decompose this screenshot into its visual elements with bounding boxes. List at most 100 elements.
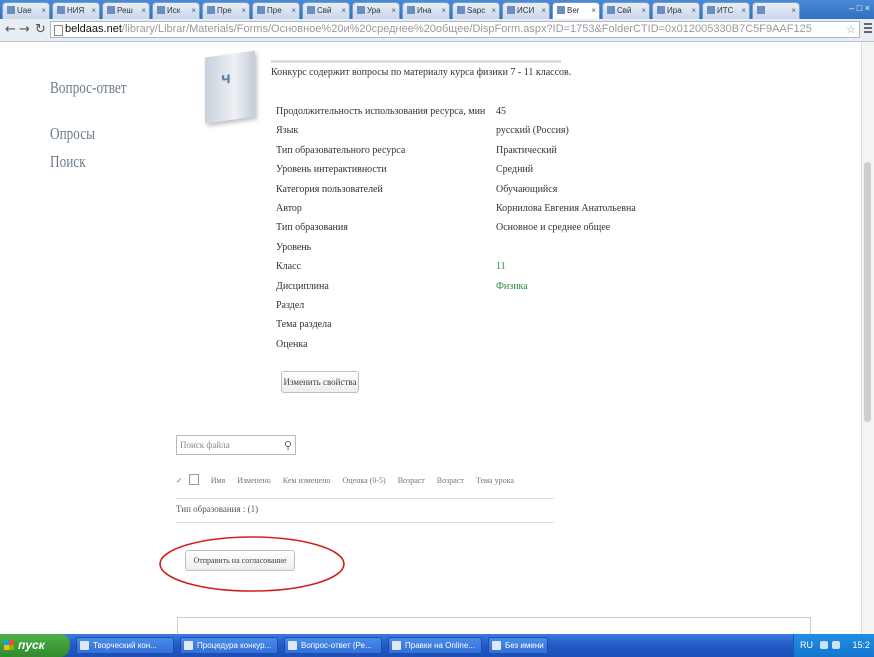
close-tab-icon[interactable]: × xyxy=(141,6,146,15)
start-button[interactable]: пуск xyxy=(0,634,70,657)
sort-icon[interactable]: ✓ xyxy=(176,476,183,485)
close-tab-icon[interactable]: × xyxy=(391,6,396,15)
browser-tab[interactable]: Ира × xyxy=(652,2,700,19)
tab-label: Пре xyxy=(217,6,232,15)
language-indicator[interactable]: RU xyxy=(800,634,813,657)
close-tab-icon[interactable]: × xyxy=(791,6,796,15)
group-row[interactable]: Тип образования : (1) xyxy=(176,504,258,514)
property-name: Категория пользователей xyxy=(276,184,383,195)
app-icon xyxy=(288,641,297,650)
taskbar: пуск Творческий кон... Процедура конкур..… xyxy=(0,634,874,657)
taskbar-window-label: Творческий кон... xyxy=(93,641,157,650)
browser-tab[interactable]: Sapc × xyxy=(452,2,500,19)
divider xyxy=(176,522,554,523)
browser-tab[interactable]: Свй × xyxy=(302,2,350,19)
column-header[interactable]: Возраст xyxy=(437,476,464,485)
tab-label: Реш xyxy=(117,6,133,15)
browser-tab[interactable]: Свй × xyxy=(602,2,650,19)
menu-icon[interactable] xyxy=(864,23,872,35)
browser-tab[interactable]: Uae × xyxy=(2,2,50,19)
search-icon[interactable]: ⚲ xyxy=(284,437,292,455)
taskbar-window-label: Вопрос-ответ (Ре... xyxy=(301,641,372,650)
sidebar-item-search[interactable]: Поиск xyxy=(50,152,86,172)
browser-tab[interactable]: Реш × xyxy=(102,2,150,19)
forward-icon[interactable]: → xyxy=(19,23,30,37)
tab-label: Пре xyxy=(267,6,282,15)
property-name: Тип образования xyxy=(276,222,348,233)
property-value: Обучающийся xyxy=(496,184,558,195)
tab-favicon-icon xyxy=(207,6,215,14)
sidebar-item-polls[interactable]: Опросы xyxy=(50,124,95,144)
taskbar-window-button[interactable]: Правки на Online... xyxy=(388,637,482,654)
window-controls[interactable]: – □ × xyxy=(849,3,870,13)
column-header[interactable]: Оценка (0-5) xyxy=(343,476,386,485)
windows-flag-icon xyxy=(4,640,14,650)
address-bar: ← → ↻ beldaas.net/library/Librar/Materia… xyxy=(0,19,874,42)
sidebar-item-qa[interactable]: Вопрос-ответ xyxy=(50,78,127,98)
bookmark-star-icon[interactable]: ☆ xyxy=(846,23,856,36)
close-tab-icon[interactable]: × xyxy=(691,6,696,15)
property-name: Раздел xyxy=(276,300,305,311)
column-header[interactable]: Имя xyxy=(211,476,226,485)
column-header[interactable]: Кем изменено xyxy=(283,476,331,485)
select-all-checkbox[interactable] xyxy=(188,474,199,485)
tab-favicon-icon xyxy=(157,6,165,14)
browser-tab[interactable]: Иск × xyxy=(152,2,200,19)
vertical-scrollbar[interactable] xyxy=(861,42,874,634)
property-value[interactable]: 11 xyxy=(496,261,506,272)
property-name: Продолжительность использования ресурса,… xyxy=(276,106,486,117)
close-tab-icon[interactable]: × xyxy=(441,6,446,15)
close-tab-icon[interactable]: × xyxy=(641,6,646,15)
browser-tab[interactable]: Пре × xyxy=(252,2,300,19)
close-tab-icon[interactable]: × xyxy=(191,6,196,15)
taskbar-window-button[interactable]: Творческий кон... xyxy=(76,637,174,654)
close-tab-icon[interactable]: × xyxy=(341,6,346,15)
property-name: Автор xyxy=(276,203,302,214)
tab-favicon-icon xyxy=(757,6,765,14)
cut-off-text xyxy=(271,60,561,63)
close-tab-icon[interactable]: × xyxy=(291,6,296,15)
close-tab-icon[interactable]: × xyxy=(741,6,746,15)
document-icon: Ч xyxy=(205,50,255,124)
reload-icon[interactable]: ↻ xyxy=(35,23,46,37)
browser-tab[interactable]: ИТС × xyxy=(702,2,750,19)
tab-label: Ира xyxy=(667,6,682,15)
edit-properties-button[interactable]: Изменить свойства xyxy=(281,371,359,393)
file-search-input[interactable]: Поиск файла ⚲ xyxy=(176,435,296,455)
taskbar-window-label: Правки на Online... xyxy=(405,641,475,650)
send-for-approval-button[interactable]: Отправить на согласование xyxy=(185,550,295,571)
column-header[interactable]: Изменено xyxy=(237,476,271,485)
browser-tab[interactable]: × xyxy=(752,2,800,19)
close-tab-icon[interactable]: × xyxy=(541,6,546,15)
close-tab-icon[interactable]: × xyxy=(91,6,96,15)
app-icon xyxy=(492,641,501,650)
tab-label: Иск xyxy=(167,6,181,15)
close-tab-icon[interactable]: × xyxy=(241,6,246,15)
app-icon xyxy=(392,641,401,650)
tab-favicon-icon xyxy=(707,6,715,14)
property-value[interactable]: Физика xyxy=(496,281,528,292)
taskbar-window-button[interactable]: Без имени xyxy=(488,637,548,654)
url-field[interactable]: beldaas.net/library/Librar/Materials/For… xyxy=(50,21,860,38)
back-icon[interactable]: ← xyxy=(5,23,16,37)
close-tab-icon[interactable]: × xyxy=(591,6,596,15)
tab-strip: Uae × НИЯ × Реш × Иск × Пре × Пре × Свй × Ура × Ина × Sapc… xyxy=(0,0,874,19)
column-header[interactable]: Тема урока xyxy=(476,476,514,485)
browser-tab[interactable]: Ber × xyxy=(552,2,600,19)
browser-tab[interactable]: НИЯ × xyxy=(52,2,100,19)
browser-tab[interactable]: ИСИ × xyxy=(502,2,550,19)
tab-label: Ина xyxy=(417,6,432,15)
browser-tab[interactable]: Ина × xyxy=(402,2,450,19)
close-tab-icon[interactable]: × xyxy=(41,6,46,15)
tray-icon[interactable] xyxy=(832,641,840,649)
column-header[interactable]: Возраст xyxy=(398,476,425,485)
tray-icon[interactable] xyxy=(820,641,828,649)
property-name: Язык xyxy=(276,125,299,136)
close-tab-icon[interactable]: × xyxy=(491,6,496,15)
taskbar-window-button[interactable]: Вопрос-ответ (Ре... xyxy=(284,637,382,654)
scrollbar-thumb[interactable] xyxy=(864,162,871,422)
browser-tab[interactable]: Ура × xyxy=(352,2,400,19)
property-name: Тема раздела xyxy=(276,319,332,330)
taskbar-window-button[interactable]: Процедура конкур... xyxy=(180,637,278,654)
browser-tab[interactable]: Пре × xyxy=(202,2,250,19)
